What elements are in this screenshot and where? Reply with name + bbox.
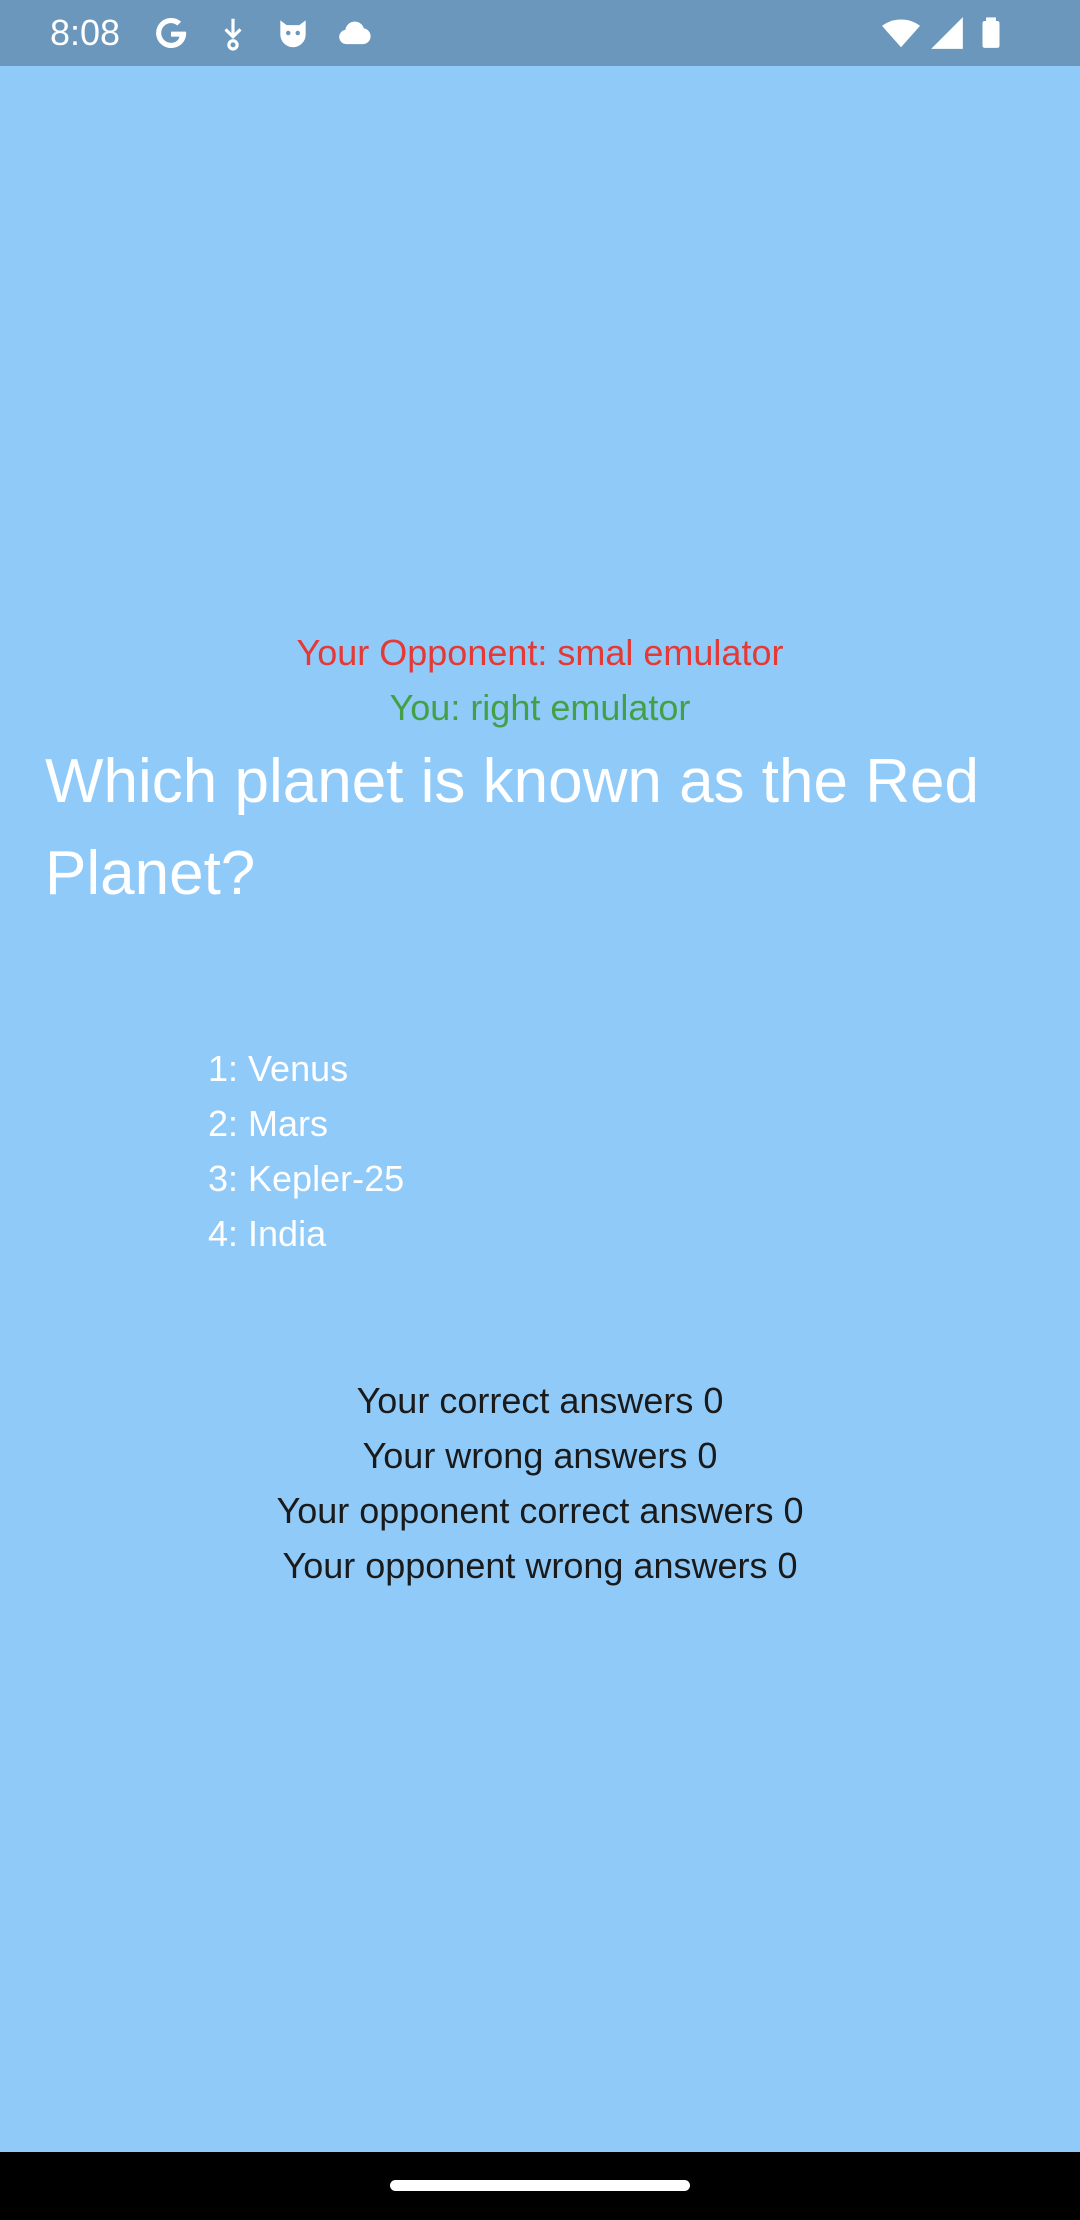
opponent-wrong-answers: Your opponent wrong answers 0 <box>282 1545 798 1586</box>
opponent-correct-answers: Your opponent correct answers 0 <box>276 1490 804 1531</box>
cloud-icon <box>334 14 376 52</box>
download-icon <box>214 14 252 52</box>
answer-option-2[interactable]: 2: Mars <box>208 1096 908 1151</box>
signal-icon <box>928 14 966 52</box>
navigation-bar <box>0 2152 1080 2220</box>
quiz-screen: Your Opponent: smal emulator You: right … <box>0 66 1080 2152</box>
question-text: Which planet is known as the Red Planet? <box>45 747 979 908</box>
your-correct-answers: Your correct answers 0 <box>356 1380 724 1421</box>
answer-option-1[interactable]: 1: Venus <box>208 1041 908 1096</box>
wifi-icon <box>880 14 922 52</box>
home-gesture-handle[interactable] <box>390 2180 690 2191</box>
status-bar: 8:08 <box>0 0 1080 66</box>
battery-icon <box>974 14 1008 52</box>
score-summary: Your correct answers 0 Your wrong answer… <box>0 1373 1080 1593</box>
answer-option-3[interactable]: 3: Kepler-25 <box>208 1151 908 1206</box>
google-icon <box>152 14 190 52</box>
your-wrong-answers: Your wrong answers 0 <box>362 1435 718 1476</box>
answer-list: 1: Venus 2: Mars 3: Kepler-25 4: India <box>208 1041 908 1261</box>
opponent-label: Your Opponent: smal emulator <box>296 632 784 673</box>
status-time: 8:08 <box>50 12 121 53</box>
cat-icon <box>274 14 312 52</box>
answer-option-4[interactable]: 4: India <box>208 1206 908 1261</box>
you-label: You: right emulator <box>389 687 691 728</box>
